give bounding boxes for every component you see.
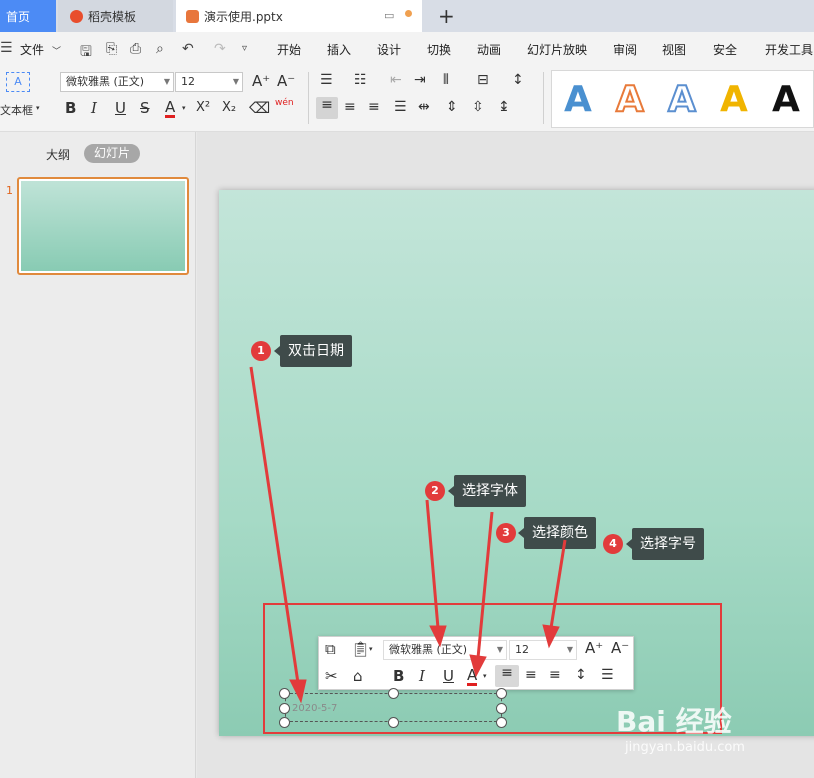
arrow-2 [425, 499, 440, 629]
watermark-logo: Bai 经验 [616, 705, 732, 738]
annotation-arrows [249, 366, 567, 704]
arrow-3-head [469, 654, 487, 678]
arrow-2-head [429, 625, 447, 648]
arrow-4 [549, 539, 567, 629]
arrow-4-head [542, 624, 560, 649]
arrow-1 [249, 366, 300, 684]
arrow-1-head [289, 679, 307, 704]
arrow-3 [476, 511, 494, 659]
watermark-url: jingyan.baidu.com [625, 740, 745, 755]
